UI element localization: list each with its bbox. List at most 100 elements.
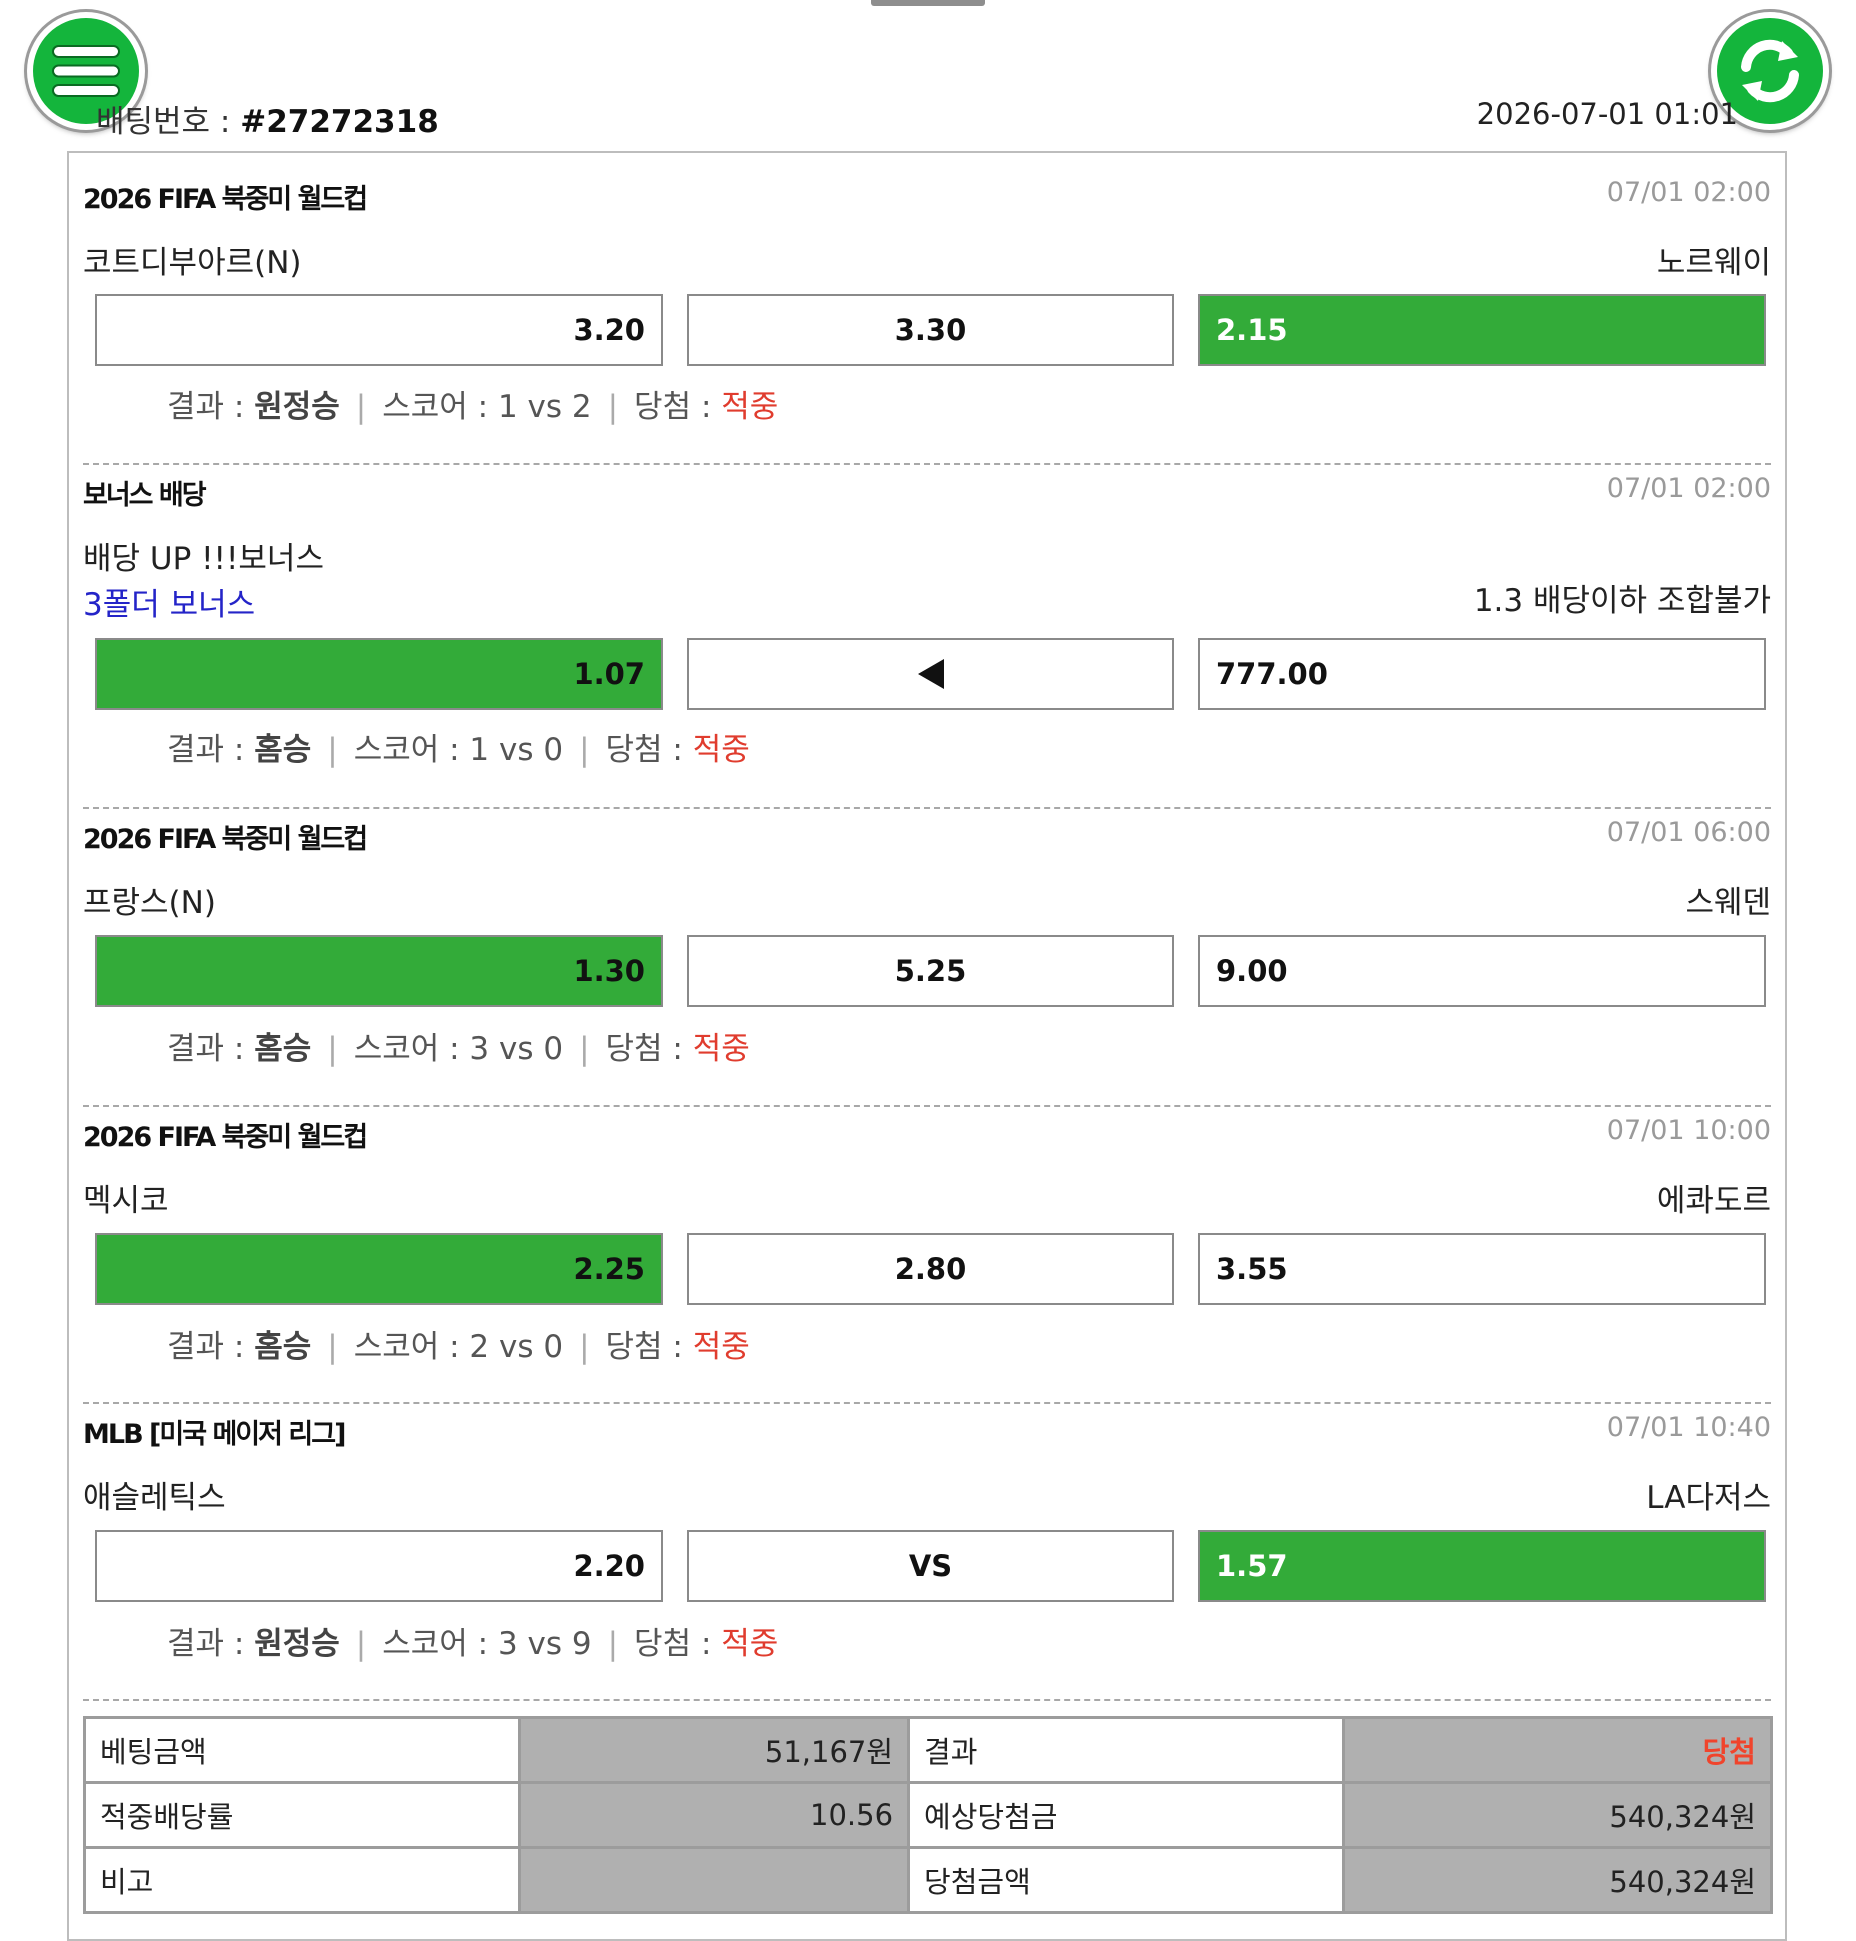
away-team: 에콰도르 (1656, 1183, 1771, 1219)
odds-label: 적중배당률 (82, 1781, 522, 1849)
score-label: 스코어 : (382, 389, 498, 425)
result-line: 결과 : 원정승 | 스코어 : 3 vs 9 | 당첨 : 적중 (167, 1626, 779, 1662)
draw-odds-button[interactable]: 5.25 (687, 935, 1174, 1007)
expected-value: 540,324원 (1342, 1781, 1773, 1849)
bet-slip: 2026 FIFA 북중미 월드컵 07/01 02:00 코트디부아르(N) … (67, 151, 1787, 1941)
score-value: 3 vs 9 (497, 1626, 592, 1662)
away-odds-button[interactable]: 777.00 (1198, 638, 1766, 710)
result-value: 당첨 (1342, 1716, 1773, 1784)
win-label: 당첨 : (605, 1031, 693, 1067)
home-team: 코트디부아르(N) (83, 245, 302, 281)
draw-odds-button[interactable] (687, 638, 1174, 710)
win-label: 당첨 : (634, 389, 722, 425)
summary-row: 비고 당첨금액 540,324원 (82, 1846, 1773, 1914)
game-row: 2026 FIFA 북중미 월드컵 07/01 02:00 코트디부아르(N) … (69, 153, 1785, 463)
result-label: 결과 : (167, 1329, 255, 1365)
game-time: 07/01 02:00 (1606, 177, 1771, 208)
win-status: 적중 (692, 732, 750, 768)
result-value: 원정승 (254, 389, 340, 425)
league-name: 2026 FIFA 북중미 월드컵 (83, 184, 368, 215)
game-time: 07/01 06:00 (1606, 817, 1771, 848)
draw-odds-button[interactable]: 3.30 (687, 294, 1174, 366)
game-row: 2026 FIFA 북중미 월드컵 07/01 10:00 멕시코 에콰도르 2… (69, 1091, 1785, 1391)
divider (83, 1699, 1771, 1701)
result-label: 결과 : (167, 1626, 255, 1662)
score-value: 3 vs 0 (469, 1031, 564, 1067)
home-odds-button[interactable]: 3.20 (95, 294, 663, 366)
bet-number-value: #27272318 (240, 104, 439, 140)
result-value: 원정승 (254, 1626, 340, 1662)
bet-datetime: 2026-07-01 01:01 (1476, 97, 1738, 131)
win-status: 적중 (692, 1329, 750, 1365)
score-label: 스코어 : (353, 1031, 470, 1067)
result-label: 결과 : (167, 1031, 255, 1067)
score-value: 1 vs 0 (469, 732, 564, 768)
game-row: 보너스 배당 07/01 02:00 배당 UP !!!보너스 3폴더 보너스 … (69, 449, 1785, 794)
league-name: 보너스 배당 (83, 480, 207, 511)
draw-odds-button[interactable]: 2.80 (687, 1233, 1174, 1305)
result-label: 결과 : (167, 732, 255, 768)
win-label: 당첨 : (605, 1329, 693, 1365)
result-value: 홈승 (254, 1329, 312, 1365)
home-team: 프랑스(N) (83, 885, 216, 921)
score-label: 스코어 : (382, 1626, 498, 1662)
away-team: 스웨덴 (1685, 885, 1771, 921)
home-odds-button[interactable]: 1.30 (95, 935, 663, 1007)
note-label: 비고 (82, 1846, 522, 1914)
away-team: 노르웨이 (1656, 245, 1771, 281)
refresh-icon (1741, 39, 1799, 103)
result-label: 결과 : (167, 389, 255, 425)
home-odds-button[interactable]: 2.20 (95, 1530, 663, 1602)
league-name: 2026 FIFA 북중미 월드컵 (83, 824, 368, 855)
summary-row: 적중배당률 10.56 예상당첨금 540,324원 (82, 1781, 1773, 1849)
away-team: LA다저스 (1646, 1480, 1771, 1516)
game-row: 2026 FIFA 북중미 월드컵 07/01 06:00 프랑스(N) 스웨덴… (69, 793, 1785, 1093)
game-time: 07/01 02:00 (1606, 473, 1771, 504)
bet-number: 배팅번호 : #27272318 (96, 102, 439, 142)
draw-odds-button[interactable]: VS (687, 1530, 1174, 1602)
result-line: 결과 : 홈승 | 스코어 : 2 vs 0 | 당첨 : 적중 (167, 1329, 750, 1365)
bet-number-label: 배팅번호 : (96, 104, 241, 140)
away-odds-button[interactable]: 9.00 (1198, 935, 1766, 1007)
bonus-folder-label: 3폴더 보너스 (83, 587, 256, 623)
summary-row: 베팅금액 51,167원 결과 당첨 (82, 1716, 1773, 1784)
result-value: 홈승 (254, 732, 312, 768)
win-amount-label: 당첨금액 (907, 1846, 1346, 1914)
note-value (518, 1846, 911, 1914)
score-label: 스코어 : (353, 732, 470, 768)
home-odds-button[interactable]: 1.07 (95, 638, 663, 710)
result-value: 홈승 (254, 1031, 312, 1067)
game-time: 07/01 10:00 (1606, 1115, 1771, 1146)
home-odds-button[interactable]: 2.25 (95, 1233, 663, 1305)
result-line: 결과 : 홈승 | 스코어 : 3 vs 0 | 당첨 : 적중 (167, 1031, 750, 1067)
home-team: 멕시코 (83, 1183, 169, 1219)
hamburger-menu-icon (52, 45, 120, 97)
game-row: MLB [미국 메이저 리그] 07/01 10:40 애슬레틱스 LA다저스 … (69, 1388, 1785, 1688)
score-label: 스코어 : (353, 1329, 470, 1365)
league-name: MLB [미국 메이저 리그] (83, 1419, 346, 1450)
bonus-condition: 1.3 배당이하 조합불가 (1473, 583, 1771, 619)
win-amount-value: 540,324원 (1342, 1846, 1773, 1914)
score-value: 2 vs 0 (469, 1329, 564, 1365)
drag-handle[interactable] (871, 0, 985, 6)
result-line: 결과 : 홈승 | 스코어 : 1 vs 0 | 당첨 : 적중 (167, 732, 750, 768)
bonus-title: 배당 UP !!!보너스 (83, 541, 324, 577)
win-status: 적중 (721, 389, 779, 425)
result-line: 결과 : 원정승 | 스코어 : 1 vs 2 | 당첨 : 적중 (167, 389, 779, 425)
away-odds-button[interactable]: 1.57 (1198, 1530, 1766, 1602)
bet-amount-value: 51,167원 (518, 1716, 911, 1784)
summary-table: 베팅금액 51,167원 결과 당첨 적중배당률 10.56 예상당첨금 540… (82, 1716, 1773, 1914)
game-time: 07/01 10:40 (1606, 1412, 1771, 1443)
win-label: 당첨 : (605, 732, 693, 768)
away-odds-button[interactable]: 3.55 (1198, 1233, 1766, 1305)
win-label: 당첨 : (634, 1626, 722, 1662)
expected-label: 예상당첨금 (907, 1781, 1346, 1849)
score-value: 1 vs 2 (497, 389, 592, 425)
bet-amount-label: 베팅금액 (82, 1716, 522, 1784)
away-odds-button[interactable]: 2.15 (1198, 294, 1766, 366)
league-name: 2026 FIFA 북중미 월드컵 (83, 1122, 368, 1153)
home-team: 애슬레틱스 (83, 1480, 226, 1516)
odds-value: 10.56 (518, 1781, 911, 1849)
win-status: 적중 (692, 1031, 750, 1067)
left-arrow-icon (917, 659, 944, 689)
